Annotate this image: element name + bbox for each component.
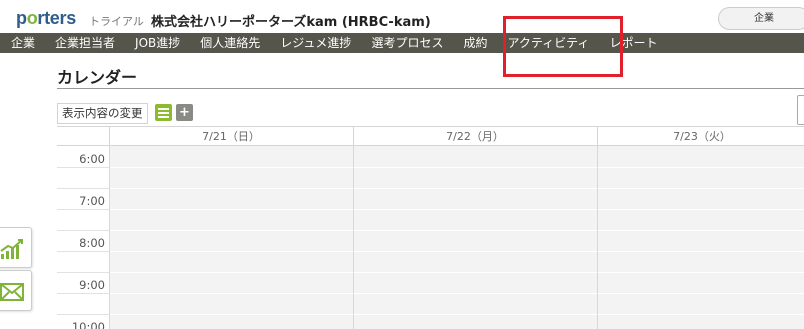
title-divider [57, 88, 804, 89]
slot-line [354, 251, 597, 252]
porters-logo[interactable]: porters [16, 8, 76, 29]
slot-line [354, 230, 597, 231]
slot-line [598, 293, 804, 294]
slot-line [110, 293, 353, 294]
slot-line [110, 251, 353, 252]
logo-text-rest: rters [37, 8, 76, 28]
nav-item-resume-progress[interactable]: レジュメ進捗 [269, 33, 360, 53]
side-chart-button[interactable] [0, 227, 32, 268]
right-panel-edge [797, 95, 804, 125]
slot-line [354, 314, 597, 315]
header-separator [353, 126, 354, 146]
slot-line [354, 167, 597, 168]
nav-item-personal-contact[interactable]: 個人連絡先 [189, 33, 269, 53]
slot-line [354, 272, 597, 273]
company-switch-button[interactable]: 企業 [718, 7, 804, 30]
page-title: カレンダー [57, 68, 138, 87]
slot-line [598, 272, 804, 273]
slot-line [598, 209, 804, 210]
header-separator [109, 126, 110, 146]
slot-line [110, 209, 353, 210]
slot-line [598, 251, 804, 252]
header-bar: porters トライアル 株式会社ハリーポーターズkam (HRBC-kam)… [0, 0, 804, 34]
company-name: 株式会社ハリーポーターズkam (HRBC-kam) [151, 15, 431, 30]
nav-item-report[interactable]: レポート [598, 33, 666, 53]
chart-icon [0, 239, 23, 259]
gutter-line [57, 167, 109, 168]
time-label-6: 6:00 [79, 152, 105, 166]
slot-line [354, 293, 597, 294]
slot-line [110, 314, 353, 315]
day-column-0721[interactable] [109, 146, 353, 329]
logo-text-p: p [16, 8, 27, 28]
gutter-line [57, 293, 109, 294]
day-header-0722[interactable]: 7/22（月） [353, 126, 597, 146]
gutter-line [57, 251, 109, 252]
gutter-line [57, 188, 109, 189]
plus-icon[interactable]: + [176, 104, 193, 121]
day-column-0723[interactable] [597, 146, 804, 329]
time-header-cell [57, 126, 109, 146]
time-gutter: 6:00 7:00 8:00 9:00 10:00 [57, 146, 109, 329]
side-mail-button[interactable] [0, 270, 32, 311]
nav-item-job-progress[interactable]: JOB進捗 [124, 33, 189, 53]
nav-item-company[interactable]: 企業 [0, 33, 44, 53]
slot-line [110, 230, 353, 231]
slot-line [598, 230, 804, 231]
slot-line [598, 314, 804, 315]
day-column-0722[interactable] [353, 146, 597, 329]
day-header-0721[interactable]: 7/21（日） [109, 126, 353, 146]
nav-item-selection-process[interactable]: 選考プロセス [360, 33, 452, 53]
slot-line [354, 188, 597, 189]
slot-line [598, 167, 804, 168]
slot-line [110, 188, 353, 189]
list-icon[interactable] [155, 104, 172, 121]
nav-item-activity[interactable]: アクティビティ [496, 33, 598, 53]
gutter-line [57, 209, 109, 210]
header-separator [597, 126, 598, 146]
display-settings-button[interactable]: 表示内容の変更 [57, 103, 148, 124]
slot-line [354, 209, 597, 210]
calendar: 7/21（日） 7/22（月） 7/23（火） 6:00 7:00 8:00 9… [57, 126, 804, 329]
slot-line [598, 188, 804, 189]
time-label-8: 8:00 [79, 236, 105, 250]
slot-line [110, 167, 353, 168]
time-label-9: 9:00 [79, 278, 105, 292]
logo-text-o: o [26, 8, 38, 28]
nav-item-contract[interactable]: 成約 [452, 33, 496, 53]
gutter-line [57, 230, 109, 231]
day-header-0723[interactable]: 7/23（火） [597, 126, 804, 146]
gutter-line [57, 272, 109, 273]
time-label-10: 10:00 [71, 320, 105, 329]
time-label-7: 7:00 [79, 194, 105, 208]
slot-line [110, 272, 353, 273]
nav-item-contact-person[interactable]: 企業担当者 [44, 33, 124, 53]
mail-icon [0, 283, 24, 301]
trial-label: トライアル [89, 15, 144, 28]
main-nav: 企業 企業担当者 JOB進捗 個人連絡先 レジュメ進捗 選考プロセス 成約 アク… [0, 33, 804, 53]
gutter-line [57, 314, 109, 315]
